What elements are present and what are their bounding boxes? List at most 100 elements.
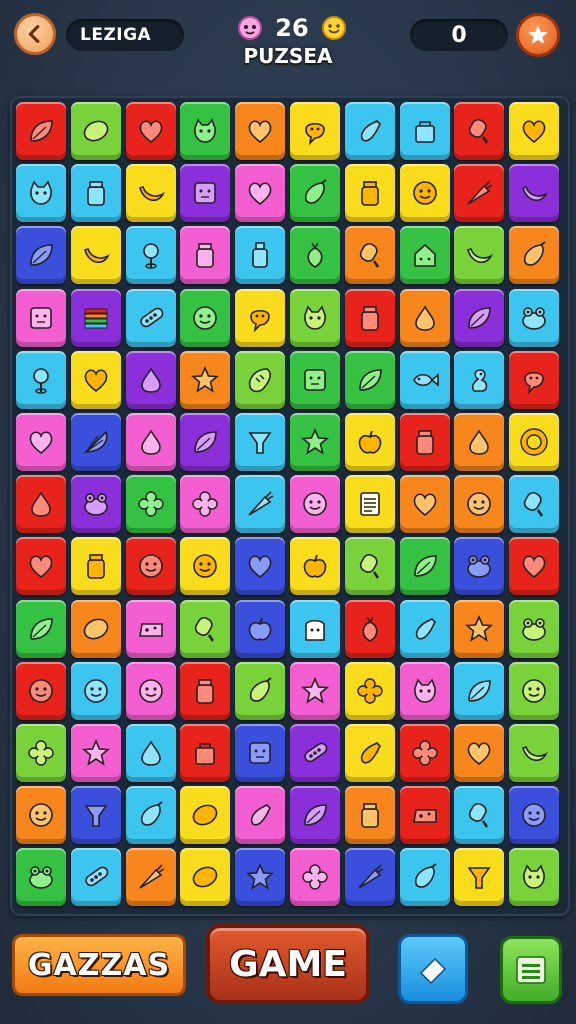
board-tile[interactable] (399, 350, 450, 409)
board-tile[interactable] (344, 102, 395, 160)
board-tile[interactable] (289, 537, 340, 596)
board-tile[interactable] (454, 661, 505, 720)
board-tile[interactable] (125, 164, 176, 223)
board-tile[interactable] (180, 164, 231, 223)
board-tile[interactable] (70, 723, 121, 782)
board-tile[interactable] (399, 848, 450, 907)
board-tile[interactable] (16, 661, 66, 720)
board-tile[interactable] (235, 537, 286, 596)
board-tile[interactable] (399, 226, 450, 285)
board-tile[interactable] (454, 350, 505, 409)
board-tile[interactable] (454, 412, 505, 471)
board-tile[interactable] (16, 164, 66, 223)
board-tile[interactable] (16, 537, 66, 596)
board-tile[interactable] (125, 288, 176, 347)
board-tile[interactable] (180, 786, 231, 845)
board-tile[interactable] (16, 226, 66, 285)
board-tile[interactable] (125, 661, 176, 720)
board-tile[interactable] (125, 786, 176, 845)
board-tile[interactable] (125, 475, 176, 534)
board-tile[interactable] (70, 164, 121, 223)
board-tile[interactable] (235, 599, 286, 658)
board-tile[interactable] (16, 599, 66, 658)
board-tile[interactable] (509, 786, 560, 845)
board-tile[interactable] (180, 226, 231, 285)
board-tile[interactable] (509, 226, 560, 285)
board-tile[interactable] (180, 848, 231, 907)
board-tile[interactable] (180, 661, 231, 720)
board-tile[interactable] (16, 723, 66, 782)
board-tile[interactable] (344, 599, 395, 658)
board-tile[interactable] (235, 475, 286, 534)
board-tile[interactable] (125, 599, 176, 658)
board-tile[interactable] (454, 848, 505, 907)
board-tile[interactable] (454, 723, 505, 782)
board-tile[interactable] (399, 599, 450, 658)
gazzas-button[interactable]: GAZZAS (12, 934, 186, 996)
board-tile[interactable] (344, 786, 395, 845)
board-tile[interactable] (180, 475, 231, 534)
board-tile[interactable] (509, 412, 560, 471)
board-tile[interactable] (125, 350, 176, 409)
board-tile[interactable] (235, 164, 286, 223)
board-tile[interactable] (399, 288, 450, 347)
board-tile[interactable] (509, 475, 560, 534)
board-tile[interactable] (235, 350, 286, 409)
board-tile[interactable] (289, 350, 340, 409)
board-tile[interactable] (235, 102, 286, 160)
board-tile[interactable] (344, 412, 395, 471)
board-tile[interactable] (454, 102, 505, 160)
board-tile[interactable] (70, 412, 121, 471)
board-tile[interactable] (344, 723, 395, 782)
board-tile[interactable] (454, 599, 505, 658)
board-tile[interactable] (509, 848, 560, 907)
board-tile[interactable] (125, 102, 176, 160)
board-tile[interactable] (344, 661, 395, 720)
board-tile[interactable] (235, 412, 286, 471)
board-tile[interactable] (289, 723, 340, 782)
menu-button[interactable] (500, 936, 562, 1004)
board-tile[interactable] (509, 350, 560, 409)
board-tile[interactable] (125, 412, 176, 471)
board-tile[interactable] (289, 164, 340, 223)
board-tile[interactable] (399, 537, 450, 596)
board-tile[interactable] (235, 661, 286, 720)
board-tile[interactable] (70, 102, 121, 160)
board-tile[interactable] (180, 723, 231, 782)
board-tile[interactable] (344, 226, 395, 285)
board-tile[interactable] (235, 226, 286, 285)
board-tile[interactable] (399, 164, 450, 223)
board-tile[interactable] (344, 475, 395, 534)
board-tile[interactable] (235, 723, 286, 782)
board-tile[interactable] (509, 723, 560, 782)
board-tile[interactable] (344, 288, 395, 347)
board-tile[interactable] (454, 475, 505, 534)
board-tile[interactable] (344, 848, 395, 907)
board-tile[interactable] (70, 848, 121, 907)
board-tile[interactable] (235, 288, 286, 347)
board-tile[interactable] (509, 102, 560, 160)
board-tile[interactable] (70, 475, 121, 534)
board-tile[interactable] (344, 537, 395, 596)
board-tile[interactable] (509, 537, 560, 596)
board-tile[interactable] (399, 102, 450, 160)
board-tile[interactable] (509, 661, 560, 720)
board-tile[interactable] (180, 412, 231, 471)
board-tile[interactable] (70, 661, 121, 720)
board-tile[interactable] (454, 164, 505, 223)
board-tile[interactable] (235, 848, 286, 907)
game-button[interactable]: GAME (206, 924, 370, 1004)
board-tile[interactable] (454, 786, 505, 845)
board-tile[interactable] (399, 412, 450, 471)
board-tile[interactable] (16, 288, 66, 347)
board-tile[interactable] (16, 848, 66, 907)
back-button[interactable] (14, 13, 56, 55)
board-tile[interactable] (180, 288, 231, 347)
board-tile[interactable] (289, 848, 340, 907)
board-tile[interactable] (16, 350, 66, 409)
board-tile[interactable] (344, 350, 395, 409)
board-tile[interactable] (16, 786, 66, 845)
board-tile[interactable] (289, 226, 340, 285)
board-tile[interactable] (399, 723, 450, 782)
board-tile[interactable] (509, 599, 560, 658)
